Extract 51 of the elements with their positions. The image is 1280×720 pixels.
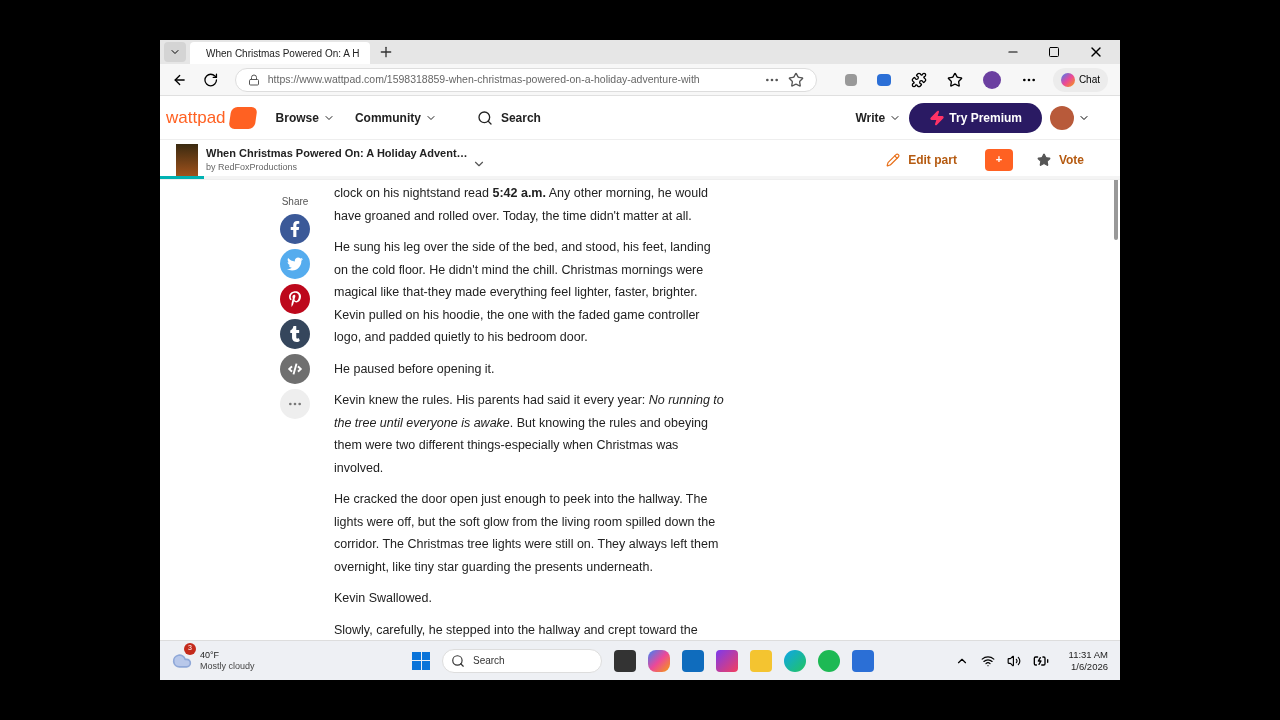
clock-time[interactable]: 11:31 AM <box>1068 648 1108 661</box>
write-menu[interactable]: Write <box>855 108 902 127</box>
lock-icon <box>247 73 260 86</box>
story-paragraph: He paused before opening it. <box>334 360 496 378</box>
vote-button[interactable]: Vote <box>1036 150 1084 169</box>
wattpad-w-icon[interactable] <box>228 106 258 129</box>
tab-list-button[interactable] <box>164 42 186 62</box>
clock-date[interactable]: 1/6/2026 <box>1071 660 1108 673</box>
star-icon <box>1036 152 1051 167</box>
book-cover[interactable] <box>176 143 198 176</box>
search-button[interactable]: Search <box>476 108 541 127</box>
reload-icon[interactable] <box>203 71 219 88</box>
lightning-icon <box>929 109 946 126</box>
favorites-icon[interactable] <box>946 71 963 88</box>
edit-part-button[interactable]: Edit part <box>886 150 957 169</box>
search-icon <box>476 109 493 126</box>
favorite-star-icon[interactable] <box>787 71 804 88</box>
author-name[interactable]: by RedFoxProductions <box>206 161 468 175</box>
story-paragraph: Slowly, carefully, he stepped into the hallway and crept toward the <box>334 621 699 639</box>
story-title[interactable]: When Christmas Powered On: A Holiday Advent… <box>206 144 468 161</box>
code-icon[interactable] <box>280 354 310 384</box>
taskbar-search-field[interactable]: Search <box>442 648 602 673</box>
story-paragraph: Kevin Swallowed. <box>334 590 433 607</box>
pinterest-icon[interactable] <box>280 284 310 314</box>
user-avatar[interactable] <box>1050 105 1074 130</box>
address-field[interactable]: https://www.wattpad.com/1598318859-when-christmas-powered-on-a-holiday-adventure-with <box>234 67 817 92</box>
browser-tab[interactable]: When Christmas Powered On: A H <box>190 42 370 64</box>
temperature: 40°F <box>200 649 221 661</box>
chat-button[interactable]: Chat <box>1052 67 1108 92</box>
story-paragraph: He cracked the door open just enough to peek into the hallway. The lights were off, but the soft glow from the living room spilled down the corridor. The Christmas tree lights were still on. They always left them overnight, like tiny star guarding the presents underneath. <box>334 491 720 576</box>
start-icon[interactable] <box>412 651 430 670</box>
facebook-icon[interactable] <box>280 214 310 244</box>
pencil-icon <box>886 152 901 167</box>
tab-title: When Christmas Powered On: A H <box>206 46 360 61</box>
extensions-icon[interactable] <box>910 71 927 88</box>
nav-menu[interactable]: Community <box>354 108 437 127</box>
tumblr-icon[interactable] <box>280 319 310 349</box>
nav-menu[interactable]: Browse <box>275 108 335 127</box>
restore-icon[interactable] <box>1048 46 1060 58</box>
story-paragraph: He sung his leg over the side of the bed, and stood, his feet, landing on the cold floor. He didn't mind the chill. Christmas mornings were magical like that-they made everything feel lighter, faster, brighter. Kevin pulled on his hoodie, the one with the faded game controller logo, and padded quietly to his bedroom door. <box>334 239 712 346</box>
weather-condition: Mostly cloudy <box>200 660 255 672</box>
wifi-icon[interactable] <box>980 653 995 668</box>
new-tab-icon[interactable] <box>378 44 394 60</box>
try-premium-button[interactable]: Try Premium <box>909 102 1042 133</box>
story-paragraph: Kevin knew the rules. His parents had said it every year: No running to the tree until everyone is awake. But knowing the rules and obeying them were two different things-especially when Christmas was involved. <box>334 392 724 477</box>
story-paragraph: clock on his nightstand read 5:42 a.m. Any other morning, he would have groaned and rolled over. Today, the time didn't matter at all. <box>334 185 709 225</box>
profile-avatar[interactable] <box>982 70 1001 89</box>
volume-icon[interactable] <box>1006 653 1021 668</box>
search-icon <box>451 653 465 668</box>
url-text: https://www.wattpad.com/1598318859-when-christmas-powered-on-a-holiday-adventure-with <box>267 71 700 87</box>
share-label: Share <box>281 195 309 209</box>
